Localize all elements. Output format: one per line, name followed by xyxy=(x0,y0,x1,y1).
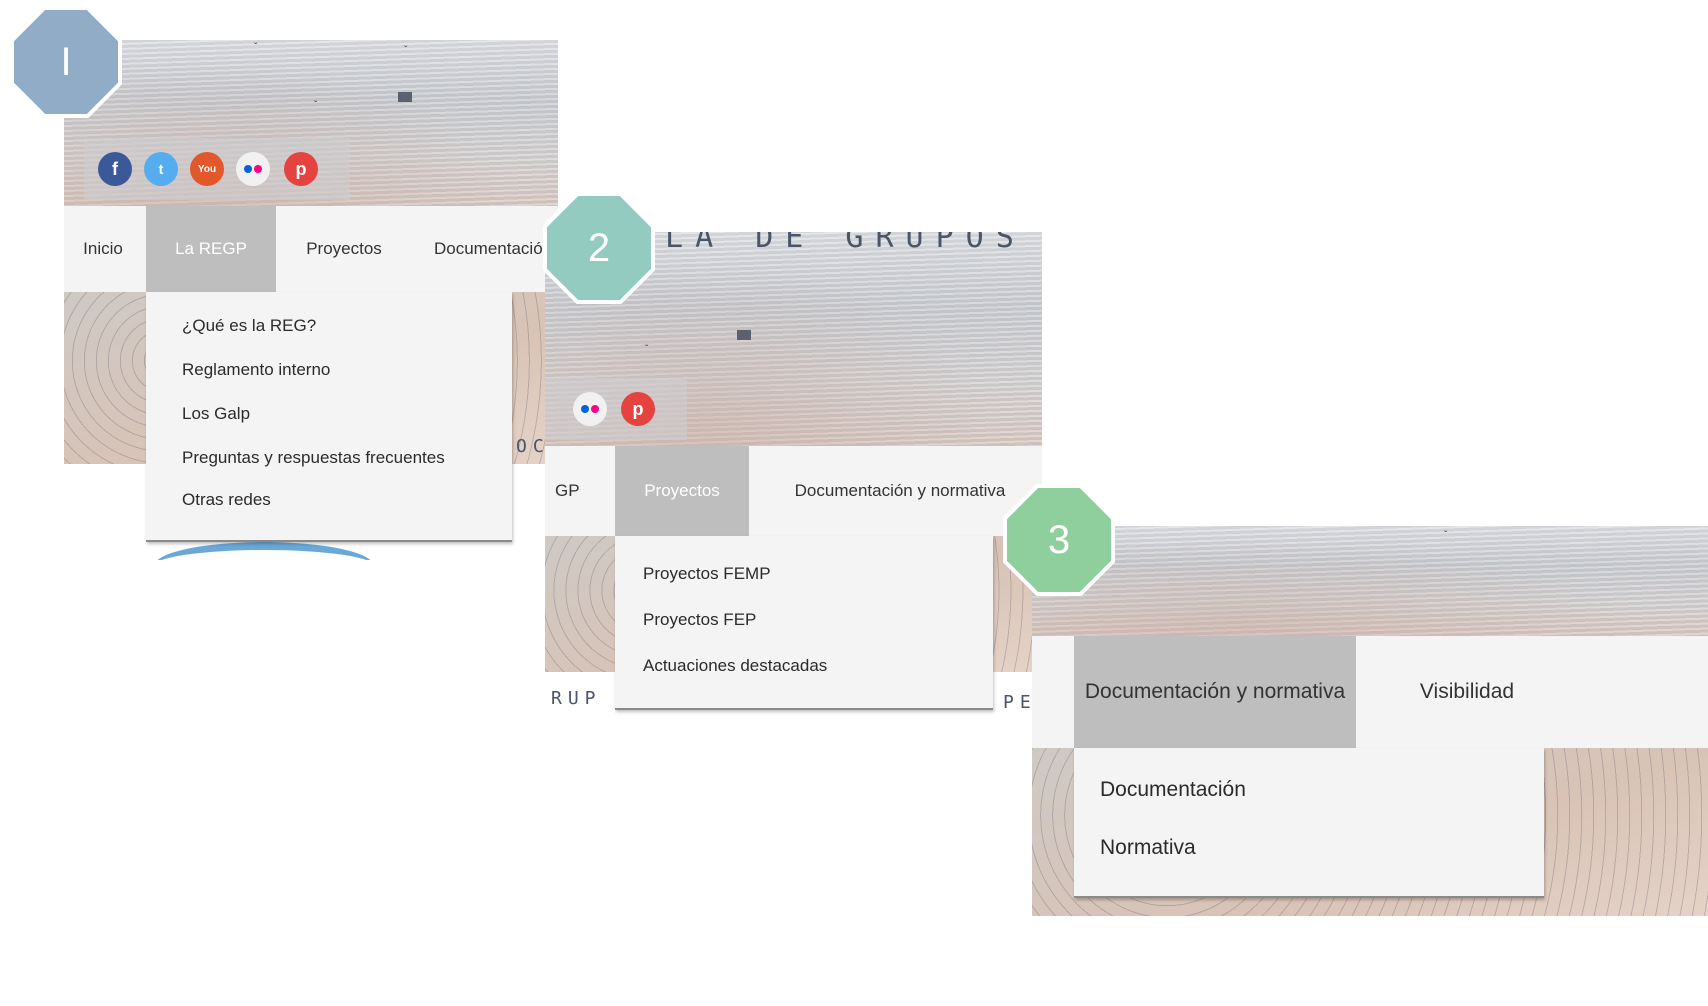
submenu-item[interactable]: Normativa xyxy=(1100,836,1196,860)
nav-proyectos[interactable]: Proyectos xyxy=(615,446,749,536)
facebook-icon[interactable]: f xyxy=(98,152,132,186)
pinterest-icon[interactable]: p xyxy=(621,392,655,426)
nav-documentacion-normativa[interactable]: Documentación y normativa xyxy=(1074,636,1356,748)
nav-visibilidad[interactable]: Visibilidad xyxy=(1392,636,1542,748)
pinterest-icon[interactable]: p xyxy=(284,152,318,186)
youtube-icon[interactable]: You xyxy=(190,152,224,186)
screenshot-panel-2: OLA DE GRUPOS ˇ p GP Proyectos Documenta… xyxy=(545,232,1042,720)
boat-graphic xyxy=(737,330,751,340)
submenu-item[interactable]: Otras redes xyxy=(182,490,271,510)
submenu-documentacion-normativa: Documentación Normativa xyxy=(1074,748,1544,898)
submenu-item[interactable]: Los Galp xyxy=(182,404,250,424)
bird-graphic: ˇ xyxy=(314,100,318,111)
step-number-2: 2 xyxy=(547,196,651,300)
bird-graphic: ˇ xyxy=(404,45,408,56)
submenu-item[interactable]: Reglamento interno xyxy=(182,360,330,380)
submenu-item[interactable]: Proyectos FEP xyxy=(643,610,756,630)
submenu-item[interactable]: Preguntas y respuestas frecuentes xyxy=(182,448,445,468)
social-links-bar: f t You p xyxy=(84,138,350,200)
nav-inicio[interactable]: Inicio xyxy=(64,206,142,292)
submenu-item[interactable]: Actuaciones destacadas xyxy=(643,656,827,676)
main-navigation: GP Proyectos Documentación y normativa xyxy=(545,446,1042,536)
flickr-icon[interactable] xyxy=(573,392,607,426)
submenu-la-regp: ¿Qué es la REG? Reglamento interno Los G… xyxy=(146,292,512,542)
twitter-icon[interactable]: t xyxy=(144,152,178,186)
flickr-icon[interactable] xyxy=(236,152,270,186)
boat-graphic xyxy=(398,92,412,102)
header-photo: ˇ xyxy=(1032,526,1708,636)
screenshot-panel-3: ˇ Documentación y normativa Visibilidad … xyxy=(1032,526,1708,916)
bird-graphic: ˇ xyxy=(254,42,258,53)
nav-proyectos[interactable]: Proyectos xyxy=(294,206,394,292)
main-navigation: Inicio La REGP Proyectos Documentació xyxy=(64,206,558,292)
submenu-item[interactable]: Documentación xyxy=(1100,778,1246,802)
submenu-item[interactable]: ¿Qué es la REG? xyxy=(182,316,316,336)
nav-la-regp[interactable]: GP xyxy=(545,446,595,536)
screenshot-panel-1: ˇ ˇ ˇ f t You p Inicio La REGP Proyectos… xyxy=(64,40,558,560)
nav-documentacion-normativa[interactable]: Documentación y normativa xyxy=(775,446,1025,536)
bird-graphic: ˇ xyxy=(645,344,649,355)
footer-text-left: RUP xyxy=(551,688,602,709)
submenu-item[interactable]: Proyectos FEMP xyxy=(643,564,771,584)
nav-la-regp[interactable]: La REGP xyxy=(146,206,276,292)
social-links-bar: p xyxy=(545,378,687,440)
step-number-1: I xyxy=(14,10,118,114)
step-badge-1: I xyxy=(10,6,122,118)
site-title-fragment: OLA DE GRUPOS xyxy=(635,232,1026,255)
logo-fragment xyxy=(154,542,374,560)
bird-graphic: ˇ xyxy=(1444,530,1448,541)
main-navigation: Documentación y normativa Visibilidad xyxy=(1032,636,1708,748)
submenu-proyectos: Proyectos FEMP Proyectos FEP Actuaciones… xyxy=(615,536,993,710)
step-number-3: 3 xyxy=(1007,488,1111,592)
nav-documentacion[interactable]: Documentació xyxy=(434,206,558,292)
